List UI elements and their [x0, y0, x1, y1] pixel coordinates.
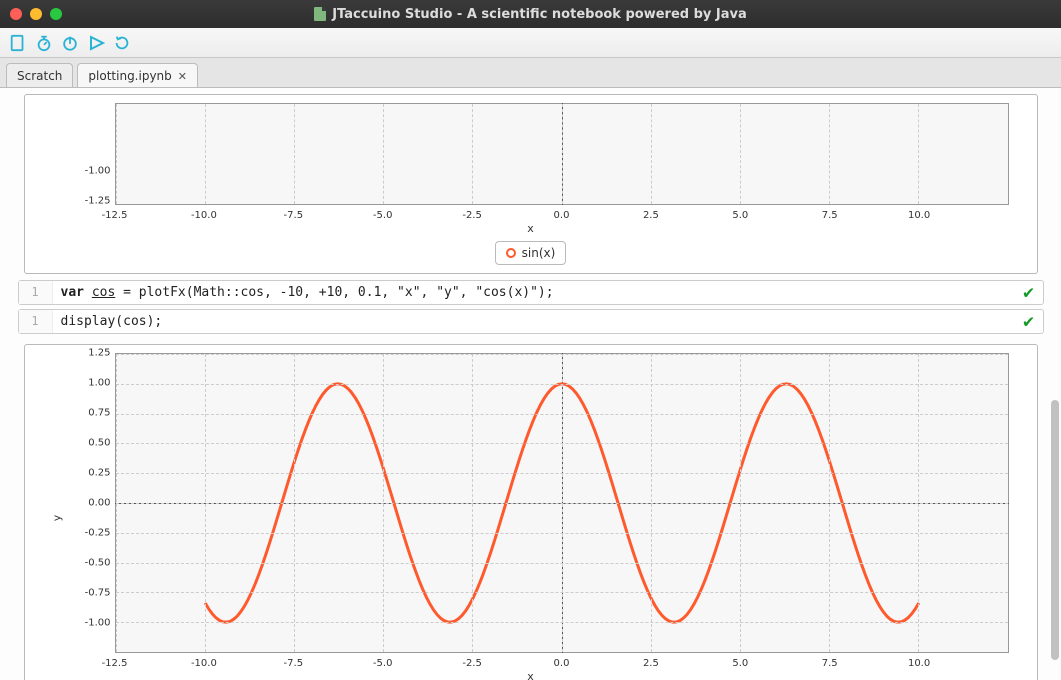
restart-icon[interactable]	[112, 33, 132, 53]
code-text: display(cos);	[61, 314, 163, 329]
chart-sin: -1.25 -1.00 -12.5 -10.0 -7.5 -5.0 -2.5 0.0 2.5…	[24, 94, 1038, 274]
code-text: = plotFx(Math::cos, -10, +10, 0.1, "x", …	[115, 285, 553, 300]
new-cell-icon[interactable]	[8, 33, 28, 53]
cell-ok-icon: ✔	[1015, 281, 1043, 304]
tab-close-icon[interactable]: ✕	[178, 70, 187, 83]
chart-cos: y 1.25 1.00 0.75 0.50 0.25 0.00 -0.25 -0.50 -0.7…	[24, 344, 1038, 680]
xtick: 7.5	[822, 658, 838, 669]
ytick: 1.25	[35, 348, 111, 359]
x-axis-label: x	[527, 670, 534, 680]
y-axis-label: y	[50, 515, 63, 522]
ytick: -0.25	[35, 528, 111, 539]
ytick: 0.50	[35, 438, 111, 449]
play-icon[interactable]	[86, 33, 106, 53]
ytick: -0.50	[35, 558, 111, 569]
xtick: -5.0	[373, 210, 393, 221]
cell-ok-icon: ✔	[1015, 310, 1043, 333]
zoom-window-button[interactable]	[50, 8, 62, 20]
toolbar	[0, 28, 1061, 58]
tab-scratch-label: Scratch	[17, 69, 62, 83]
xtick: 5.0	[732, 210, 748, 221]
cell-line-number: 1	[19, 310, 53, 333]
xtick: 5.0	[732, 658, 748, 669]
ytick: 0.00	[35, 498, 111, 509]
xtick: -12.5	[102, 210, 128, 221]
xtick: -2.5	[462, 210, 482, 221]
legend-sin[interactable]: sin(x)	[495, 241, 567, 265]
cell-code[interactable]: var cos = plotFx(Math::cos, -10, +10, 0.…	[53, 281, 1015, 304]
legend-marker-icon	[506, 248, 516, 258]
tab-plotting[interactable]: plotting.ipynb ✕	[77, 63, 198, 87]
xtick: 0.0	[554, 658, 570, 669]
minimize-window-button[interactable]	[30, 8, 42, 20]
traffic-lights	[10, 8, 62, 20]
ytick: -1.00	[35, 166, 111, 177]
ytick: 1.00	[35, 378, 111, 389]
xtick: -10.0	[191, 210, 217, 221]
xtick: 0.0	[554, 210, 570, 221]
xtick: -7.5	[284, 658, 304, 669]
ytick: 0.25	[35, 468, 111, 479]
xtick: -7.5	[284, 210, 304, 221]
xtick: 7.5	[822, 210, 838, 221]
xtick: 10.0	[908, 658, 930, 669]
tab-plotting-label: plotting.ipynb	[88, 69, 171, 83]
notebook-content: -1.25 -1.00 -12.5 -10.0 -7.5 -5.0 -2.5 0.0 2.5…	[0, 88, 1061, 680]
stopwatch-icon[interactable]	[34, 33, 54, 53]
keyword: var	[61, 285, 92, 300]
x-axis-label: x	[527, 222, 534, 235]
window-title: JTaccuino Studio - A scientific notebook…	[332, 7, 747, 22]
power-icon[interactable]	[60, 33, 80, 53]
tab-bar: Scratch plotting.ipynb ✕	[0, 58, 1061, 88]
scrollbar-thumb[interactable]	[1051, 400, 1059, 660]
xtick: 2.5	[643, 210, 659, 221]
xtick: -12.5	[102, 658, 128, 669]
code-cell-2[interactable]: 1 display(cos); ✔	[18, 309, 1044, 334]
xtick: -10.0	[191, 658, 217, 669]
code-cell-1[interactable]: 1 var cos = plotFx(Math::cos, -10, +10, …	[18, 280, 1044, 305]
xtick: 2.5	[643, 658, 659, 669]
cell-line-number: 1	[19, 281, 53, 304]
close-window-button[interactable]	[10, 8, 22, 20]
window-titlebar: JTaccuino Studio - A scientific notebook…	[0, 0, 1061, 28]
variable-name: cos	[92, 285, 115, 300]
cell-code[interactable]: display(cos);	[53, 310, 1015, 333]
app-doc-icon	[314, 7, 326, 21]
ytick: -1.25	[35, 196, 111, 207]
ytick: 0.75	[35, 408, 111, 419]
tab-scratch[interactable]: Scratch	[6, 63, 73, 87]
xtick: -5.0	[373, 658, 393, 669]
xtick: 10.0	[908, 210, 930, 221]
legend-sin-label: sin(x)	[522, 246, 556, 260]
ytick: -0.75	[35, 588, 111, 599]
ytick: -1.00	[35, 618, 111, 629]
xtick: -2.5	[462, 658, 482, 669]
